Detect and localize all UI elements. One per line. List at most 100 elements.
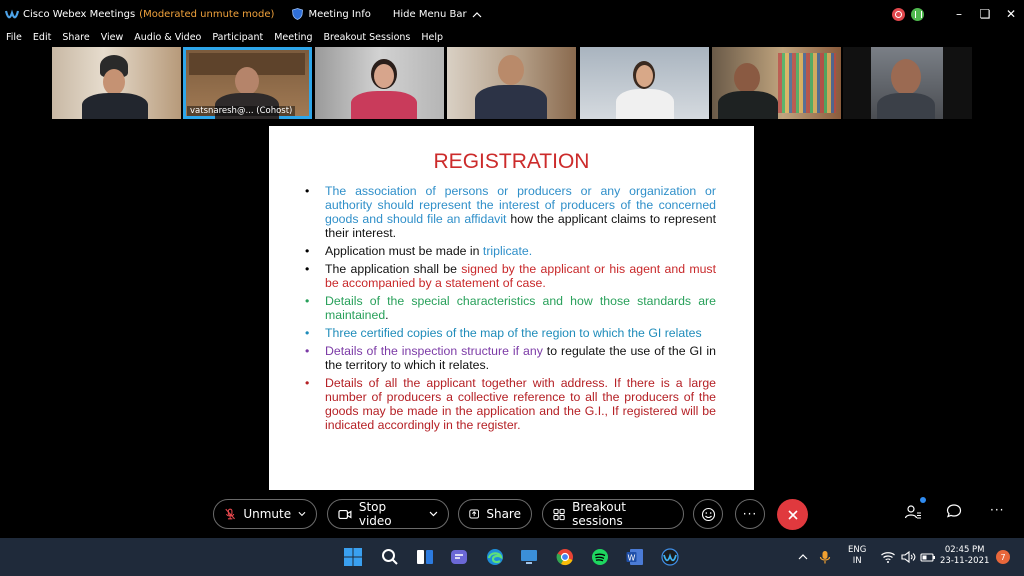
language-code: ENG [848, 545, 867, 555]
task-view-icon[interactable] [415, 547, 435, 567]
hide-menu-label: Hide Menu Bar [392, 8, 467, 20]
menu-help[interactable]: Help [421, 32, 443, 43]
meeting-mode: (Moderated unmute mode) [139, 8, 275, 20]
notification-count-badge[interactable]: 7 [996, 550, 1010, 564]
bullet-6-part-1: Details of the inspection structure if a… [325, 344, 547, 358]
share-screen-icon [469, 509, 480, 519]
participant-video-3[interactable] [315, 47, 444, 119]
meeting-info-label: Meeting Info [308, 8, 371, 20]
window-controls: – ❏ ✕ [892, 0, 1024, 28]
participant-video-6[interactable] [712, 47, 841, 119]
bullet-2-part-2: triplicate. [482, 244, 533, 258]
participant-video-strip: vatsnaresh@... (Cohost) [0, 47, 1024, 119]
microphone-in-use-icon[interactable] [818, 547, 832, 567]
chat-button[interactable] [946, 503, 962, 523]
participants-notification-dot [920, 497, 926, 503]
svg-text:W: W [628, 553, 636, 562]
bullet-5-part-1: Three certified copies of the map of the… [325, 326, 702, 340]
menu-breakout-sessions[interactable]: Breakout Sessions [324, 32, 411, 43]
clock-date: 23-11-2021 [940, 556, 990, 566]
reactions-button[interactable] [693, 499, 723, 529]
bullet-5: Three certified copies of the map of the… [305, 326, 716, 340]
battery-icon[interactable] [920, 547, 936, 567]
bullet-1: The association of persons or producers … [305, 184, 716, 240]
windows-start-icon[interactable] [343, 547, 363, 567]
participant-video-2-active[interactable]: vatsnaresh@... (Cohost) [183, 47, 312, 119]
chat-bubble-icon [946, 504, 962, 518]
menu-bar: File Edit Share View Audio & Video Parti… [0, 28, 1024, 46]
title-bar: Cisco Webex Meetings (Moderated unmute m… [0, 0, 1024, 28]
speaker-volume-icon[interactable] [900, 547, 916, 567]
clock-time: 02:45 PM [944, 545, 985, 555]
slide-bullet-list: The association of persons or producers … [305, 184, 716, 436]
participant-video-1[interactable] [52, 47, 181, 119]
chevron-up-icon [472, 11, 482, 17]
bullet-3: The application shall be signed by the a… [305, 262, 716, 290]
breakout-sessions-button[interactable]: Breakout sessions [542, 499, 684, 529]
system-clock[interactable]: 02:45 PM 23-11-2021 [940, 545, 989, 567]
stop-video-label: Stop video [358, 500, 392, 528]
share-label: Share [486, 507, 521, 521]
network-health-icon[interactable] [911, 7, 924, 21]
bullet-3-part-1: The application shall be [325, 262, 462, 276]
hide-menu-bar-button[interactable]: Hide Menu Bar [393, 9, 482, 20]
more-options-button[interactable]: ··· [735, 499, 765, 529]
search-icon[interactable] [380, 547, 400, 567]
wifi-icon[interactable] [880, 547, 896, 567]
unmute-label: Unmute [243, 507, 292, 521]
menu-file[interactable]: File [6, 32, 22, 43]
muted-microphone-icon [225, 508, 235, 520]
slide-title: REGISTRATION [433, 150, 590, 173]
menu-audio-video[interactable]: Audio & Video [134, 32, 201, 43]
edge-browser-icon[interactable] [485, 547, 505, 567]
teams-chat-icon[interactable] [449, 547, 469, 567]
menu-participant[interactable]: Participant [212, 32, 263, 43]
participant-video-7[interactable] [843, 47, 972, 119]
participants-button[interactable] [904, 497, 926, 525]
recording-icon[interactable] [892, 7, 905, 21]
app-title: Cisco Webex Meetings [23, 8, 136, 20]
show-hidden-icons-chevron-icon[interactable] [797, 547, 809, 567]
breakout-grid-icon [553, 508, 565, 520]
smiley-icon [701, 507, 715, 521]
shared-slide: REGISTRATION The association of persons … [269, 126, 754, 490]
video-camera-icon [338, 509, 352, 519]
close-window-button[interactable]: ✕ [998, 7, 1024, 21]
webex-logo-icon [5, 9, 19, 19]
input-language-indicator[interactable]: ENG IN [848, 545, 866, 567]
ellipsis-icon: ··· [990, 503, 1005, 517]
menu-edit[interactable]: Edit [33, 32, 51, 43]
webex-taskbar-icon[interactable] [660, 547, 680, 567]
bullet-7: Details of all the applicant together wi… [305, 376, 716, 432]
participant-video-4[interactable] [447, 47, 576, 119]
bullet-7-part-1: Details of all the applicant together wi… [325, 376, 716, 432]
shield-icon [292, 8, 304, 20]
windows-taskbar: W ENG IN 02:45 PM 23-11-2021 7 [0, 538, 1024, 576]
close-icon [787, 509, 798, 520]
minimize-button[interactable]: – [946, 7, 972, 21]
participant-video-5[interactable] [580, 47, 709, 119]
stop-video-button[interactable]: Stop video [327, 499, 449, 529]
spotify-icon[interactable] [590, 547, 610, 567]
bullet-4-part-1: Details of the special characteristics a… [325, 294, 716, 322]
leave-meeting-button[interactable] [777, 499, 808, 530]
monitor-app-icon[interactable] [519, 547, 539, 567]
region-code: IN [852, 556, 862, 566]
participants-icon [904, 505, 921, 519]
more-panels-button[interactable]: ··· [990, 503, 1004, 518]
chevron-down-icon[interactable] [298, 511, 306, 517]
menu-share[interactable]: Share [62, 32, 89, 43]
bullet-6: Details of the inspection structure if a… [305, 344, 716, 372]
word-app-icon[interactable]: W [625, 547, 645, 567]
more-dots-icon: ··· [742, 507, 758, 521]
meeting-info-button[interactable]: Meeting Info [292, 8, 371, 20]
chrome-browser-icon[interactable] [555, 547, 575, 567]
chevron-down-icon[interactable] [429, 511, 438, 517]
share-button[interactable]: Share [458, 499, 532, 529]
menu-view[interactable]: View [101, 32, 124, 43]
breakout-sessions-label: Breakout sessions [572, 500, 626, 528]
active-speaker-label: vatsnaresh@... (Cohost) [187, 106, 296, 116]
unmute-button[interactable]: Unmute [213, 499, 317, 529]
menu-meeting[interactable]: Meeting [274, 32, 312, 43]
restore-button[interactable]: ❏ [972, 7, 998, 21]
